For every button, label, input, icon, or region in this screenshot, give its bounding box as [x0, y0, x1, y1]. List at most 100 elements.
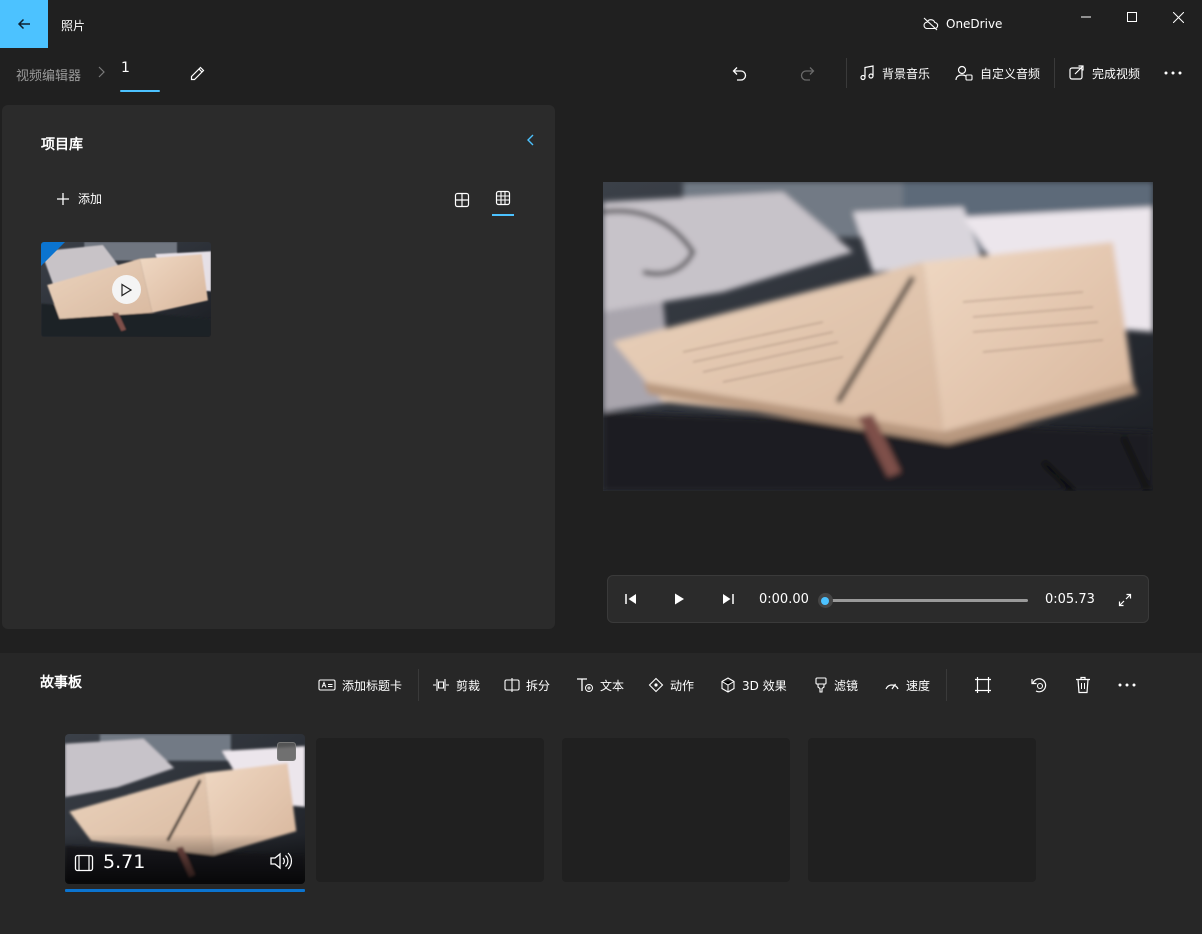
collapse-library-button[interactable] — [526, 133, 536, 147]
project-name: 1 — [121, 60, 130, 76]
toolbar-divider — [1054, 58, 1055, 88]
storyboard-more-button[interactable] — [1117, 675, 1137, 695]
rotate-button[interactable] — [1029, 675, 1049, 695]
previous-frame-button[interactable] — [621, 589, 641, 609]
storyboard-toolbar-divider — [418, 669, 419, 701]
project-name-tab[interactable]: 1 — [120, 60, 160, 92]
finish-video-button[interactable]: 完成视频 — [1069, 59, 1140, 87]
library-title: 项目库 — [41, 137, 83, 153]
library-video-thumbnail[interactable] — [41, 242, 211, 337]
play-button[interactable] — [669, 589, 689, 609]
more-options-button[interactable] — [1164, 59, 1186, 87]
empty-storyboard-slot — [316, 738, 544, 882]
selected-indicator — [492, 214, 514, 216]
clip-duration: 5.71 — [103, 851, 146, 873]
person-audio-icon — [955, 65, 973, 81]
breadcrumb-root[interactable]: 视频编辑器 — [16, 65, 81, 84]
speed-button[interactable]: 速度 — [884, 675, 930, 695]
filters-label: 滤镜 — [834, 678, 859, 693]
split-icon — [504, 678, 520, 692]
grid-small-icon — [495, 190, 511, 206]
empty-storyboard-slot — [562, 738, 790, 882]
video-preview[interactable] — [603, 182, 1153, 491]
text-label: 文本 — [600, 678, 625, 693]
playback-controls: 0:00.00 0:05.73 — [607, 575, 1149, 623]
more-dots-icon — [1164, 71, 1182, 75]
storyboard-panel: 故事板 添加标题卡 剪裁 拆分 文本 动作 3D 效果 滤镜 速度 5.71 — [0, 653, 1202, 934]
maximize-icon — [1127, 12, 1137, 22]
speed-label: 速度 — [906, 678, 931, 693]
seek-bar-thumb[interactable] — [817, 593, 833, 608]
back-button[interactable] — [0, 0, 48, 48]
project-library-panel: 项目库 添加 — [2, 105, 555, 629]
3d-effects-label: 3D 效果 — [742, 678, 787, 693]
storyboard-title: 故事板 — [40, 675, 82, 691]
large-thumbnails-toggle[interactable] — [452, 190, 472, 210]
rename-button[interactable] — [185, 62, 209, 86]
add-title-card-button[interactable]: 添加标题卡 — [318, 675, 402, 695]
expand-icon — [1118, 593, 1132, 607]
close-icon — [1172, 11, 1184, 23]
crop-frame-icon — [975, 677, 991, 693]
trim-label: 剪裁 — [456, 678, 481, 693]
redo-button[interactable] — [799, 59, 823, 87]
play-overlay-button[interactable] — [112, 275, 141, 304]
add-media-label: 添加 — [78, 192, 103, 206]
delete-button[interactable] — [1073, 675, 1093, 695]
onedrive-label: OneDrive — [946, 17, 1003, 31]
redo-icon — [800, 67, 815, 81]
breadcrumb-chevron-icon — [97, 66, 105, 78]
play-icon — [675, 593, 684, 605]
selection-corner-marker — [41, 242, 65, 266]
motion-label: 动作 — [670, 678, 695, 693]
3d-effects-icon — [721, 677, 735, 693]
filters-icon — [815, 677, 827, 693]
skip-forward-icon — [723, 594, 734, 604]
custom-audio-button[interactable]: 自定义音频 — [955, 59, 1040, 87]
pencil-icon — [190, 66, 205, 81]
preview-frame-image — [603, 182, 1153, 491]
grid-large-icon — [454, 192, 470, 208]
close-button[interactable] — [1155, 0, 1201, 34]
trim-icon — [433, 679, 449, 691]
motion-icon — [648, 677, 664, 693]
background-music-button[interactable]: 背景音乐 — [859, 59, 930, 87]
command-bar: 视频编辑器 1 背景音乐 自定义音频 完成视频 — [0, 48, 1202, 98]
text-button[interactable]: 文本 — [576, 675, 624, 695]
3d-effects-button[interactable]: 3D 效果 — [720, 675, 787, 695]
text-icon — [577, 678, 593, 692]
selected-indicator — [120, 90, 160, 92]
trim-button[interactable]: 剪裁 — [432, 675, 480, 695]
filters-button[interactable]: 滤镜 — [814, 675, 858, 695]
film-strip-icon — [74, 854, 94, 872]
undo-button[interactable] — [730, 59, 754, 87]
title-card-icon — [318, 679, 336, 691]
remove-black-bars-button[interactable] — [973, 675, 993, 695]
storyboard-toolbar-divider — [946, 669, 947, 701]
onedrive-status[interactable]: OneDrive — [922, 17, 1002, 31]
selected-clip-indicator — [65, 889, 305, 892]
clip-volume-button[interactable] — [269, 851, 293, 871]
minimize-button[interactable] — [1063, 0, 1109, 34]
music-note-icon — [860, 65, 874, 81]
motion-button[interactable]: 动作 — [648, 675, 694, 695]
small-thumbnails-toggle[interactable] — [492, 190, 514, 216]
chevron-left-icon — [527, 134, 534, 146]
share-export-icon — [1069, 65, 1084, 80]
title-bar: 照片 OneDrive — [0, 0, 1202, 48]
split-button[interactable]: 拆分 — [504, 675, 550, 695]
split-label: 拆分 — [526, 678, 551, 693]
total-time: 0:05.73 — [1045, 592, 1095, 607]
seek-bar[interactable] — [825, 599, 1028, 602]
add-title-card-label: 添加标题卡 — [342, 678, 403, 693]
next-frame-button[interactable] — [718, 589, 738, 609]
add-media-button[interactable]: 添加 — [56, 190, 102, 207]
plus-icon — [57, 192, 69, 205]
clip-select-checkbox[interactable] — [277, 742, 296, 761]
maximize-button[interactable] — [1109, 0, 1155, 34]
more-dots-icon — [1118, 683, 1136, 687]
storyboard-clip[interactable]: 5.71 — [65, 734, 305, 884]
volume-icon — [270, 852, 292, 870]
fullscreen-button[interactable] — [1114, 589, 1136, 611]
undo-icon — [732, 67, 747, 81]
